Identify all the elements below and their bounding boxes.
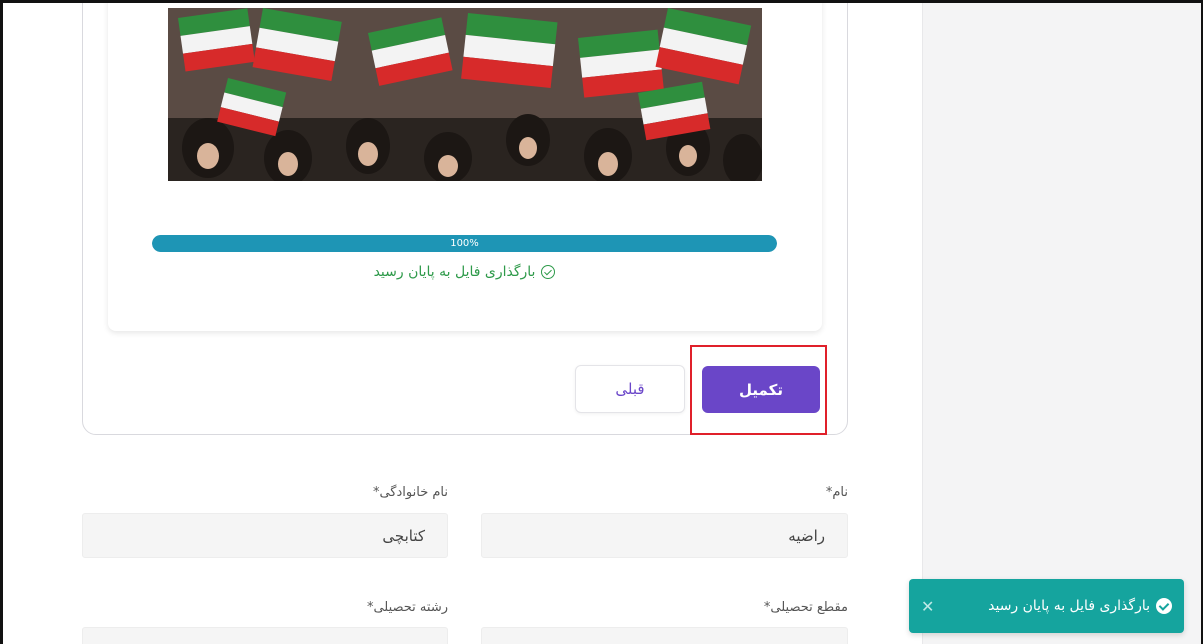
field-of-study-field[interactable]	[82, 627, 448, 644]
check-circle-icon	[1156, 598, 1172, 614]
last-name-field[interactable]: کتابچی	[82, 513, 448, 558]
finish-button[interactable]: تکمیل	[702, 366, 820, 413]
education-level-field[interactable]	[481, 627, 848, 644]
first-name-label: نام*	[825, 485, 848, 500]
uploaded-image-preview	[168, 8, 762, 181]
field-of-study-label: رشته تحصیلی*	[366, 600, 448, 615]
education-level-label: مقطع تحصیلی*	[763, 600, 848, 615]
check-circle-icon	[541, 265, 556, 279]
first-name-field[interactable]: راضیه	[481, 513, 848, 558]
upload-progress-fill: 100%	[152, 235, 777, 252]
main-content: 100% بارگذاری فایل به پایان رسید قبلی تک…	[0, 0, 922, 644]
upload-progress-bar: 100%	[152, 235, 777, 252]
last-name-label: نام خانوادگی*	[372, 485, 448, 500]
upload-status-message: بارگذاری فایل به پایان رسید	[152, 262, 777, 282]
upload-status-text: بارگذاری فایل به پایان رسید	[373, 264, 536, 280]
right-sidebar	[922, 0, 1203, 644]
previous-button[interactable]: قبلی	[575, 365, 685, 413]
toast-message: بارگذاری فایل به پایان رسید	[988, 598, 1150, 614]
close-icon[interactable]: ✕	[921, 597, 934, 616]
success-toast: ✕ بارگذاری فایل به پایان رسید	[909, 579, 1184, 633]
upload-progress-label: 100%	[450, 238, 479, 249]
